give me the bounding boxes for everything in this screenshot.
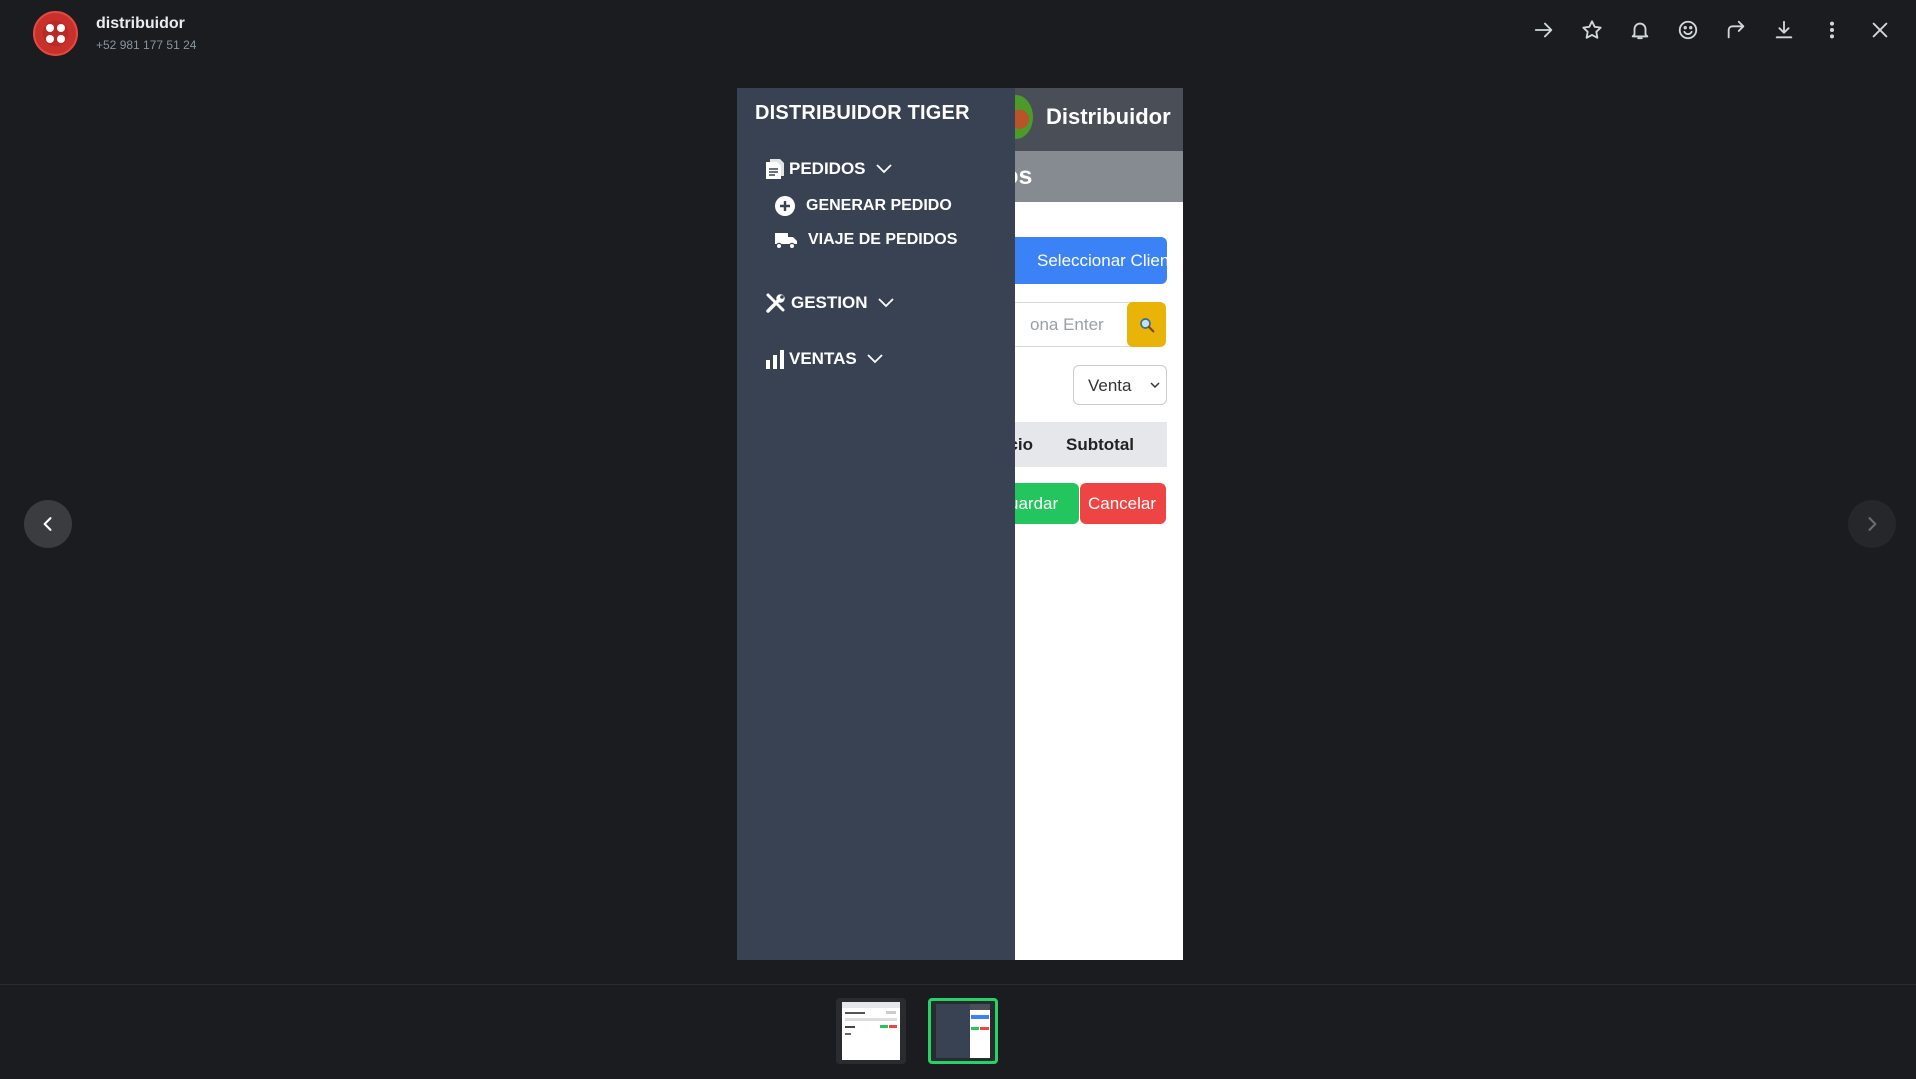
forward-icon[interactable]	[1720, 14, 1752, 46]
more-vertical-icon[interactable]	[1816, 14, 1848, 46]
chevron-right-icon	[1868, 517, 1877, 531]
chevron-down-icon	[867, 354, 883, 364]
submenu-item-generar-pedido[interactable]: GENERAR PEDIDO	[774, 195, 952, 217]
plus-circle-icon	[775, 196, 795, 216]
menu-item-label: VENTAS	[789, 349, 857, 368]
previous-media-button[interactable]	[24, 500, 72, 548]
media-image: Distribuidor dos Seleccionar Cliente ona…	[737, 88, 1183, 960]
emoji-icon[interactable]	[1672, 14, 1704, 46]
search-button[interactable]	[1127, 302, 1166, 347]
tools-icon	[766, 293, 785, 313]
drawer-title: DISTRIBUIDOR TIGER	[755, 102, 970, 124]
close-icon[interactable]	[1864, 14, 1896, 46]
star-icon[interactable]	[1576, 14, 1608, 46]
sale-type-value: Venta	[1088, 376, 1132, 395]
menu-item-ventas[interactable]: VENTAS	[765, 349, 883, 369]
contact-name[interactable]: distribuidor	[96, 15, 185, 33]
viewer-top-bar: distribuidor +52 981 177 51 24	[0, 0, 1916, 62]
column-header-subtotal: Subtotal	[1066, 435, 1134, 454]
chevron-down-icon	[1150, 382, 1160, 389]
media-thumbnail-selected[interactable]	[928, 998, 998, 1064]
document-icon	[766, 159, 784, 179]
app-header-title: Distribuidor	[1046, 104, 1171, 129]
chevron-left-icon	[43, 517, 52, 531]
download-icon[interactable]	[1768, 14, 1800, 46]
bar-chart-icon	[766, 350, 784, 369]
media-thumbnail[interactable]	[836, 998, 906, 1064]
arrow-right-icon[interactable]	[1528, 14, 1560, 46]
thumbnail-divider	[0, 984, 1916, 985]
select-client-button[interactable]: Seleccionar Cliente	[999, 237, 1167, 284]
cancel-button[interactable]: Cancelar	[1080, 483, 1166, 524]
submenu-item-label: VIAJE DE PEDIDOS	[808, 231, 958, 248]
sale-type-select[interactable]: Venta	[1073, 365, 1167, 405]
avatar-logo-icon	[42, 20, 69, 47]
menu-item-pedidos[interactable]: PEDIDOS	[765, 158, 892, 180]
magnifier-icon	[1139, 317, 1154, 332]
truck-icon	[775, 233, 797, 250]
chevron-down-icon	[877, 298, 894, 308]
menu-item-gestion[interactable]: GESTION	[765, 292, 894, 314]
submenu-item-viaje-de-pedidos[interactable]: VIAJE DE PEDIDOS	[774, 230, 957, 250]
submenu-item-label: GENERAR PEDIDO	[806, 197, 952, 214]
menu-item-label: PEDIDOS	[789, 159, 866, 178]
side-drawer: DISTRIBUIDOR TIGER PEDIDOS GENERAR PEDID…	[737, 88, 1015, 960]
products-table-header: ecio Subtotal	[999, 422, 1167, 467]
next-media-button[interactable]	[1848, 500, 1896, 548]
contact-avatar[interactable]	[33, 11, 78, 56]
menu-item-label: GESTION	[791, 293, 868, 312]
chevron-down-icon	[875, 164, 892, 174]
bell-icon[interactable]	[1624, 14, 1656, 46]
contact-phone: +52 981 177 51 24	[96, 38, 197, 52]
